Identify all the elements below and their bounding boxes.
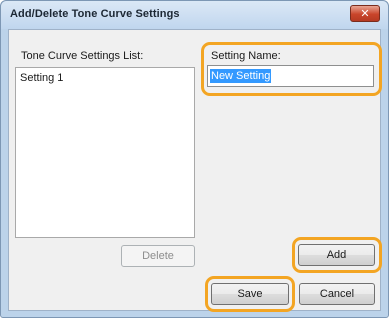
close-icon: ✕ (360, 8, 370, 20)
window-title: Add/Delete Tone Curve Settings (10, 8, 180, 20)
close-button[interactable]: ✕ (350, 5, 380, 22)
setting-name-value: New Setting (210, 69, 272, 83)
setting-name-field[interactable]: New Setting (207, 65, 374, 87)
delete-button[interactable]: Delete (121, 245, 195, 267)
cancel-button[interactable]: Cancel (299, 283, 375, 305)
setting-name-label: Setting Name: (211, 50, 281, 62)
settings-list[interactable]: Setting 1 (15, 67, 195, 238)
save-button[interactable]: Save (211, 283, 289, 305)
settings-list-label: Tone Curve Settings List: (21, 50, 144, 62)
title-bar[interactable]: Add/Delete Tone Curve Settings ✕ (1, 1, 388, 29)
add-button[interactable]: Add (298, 244, 375, 266)
list-item[interactable]: Setting 1 (20, 72, 63, 84)
